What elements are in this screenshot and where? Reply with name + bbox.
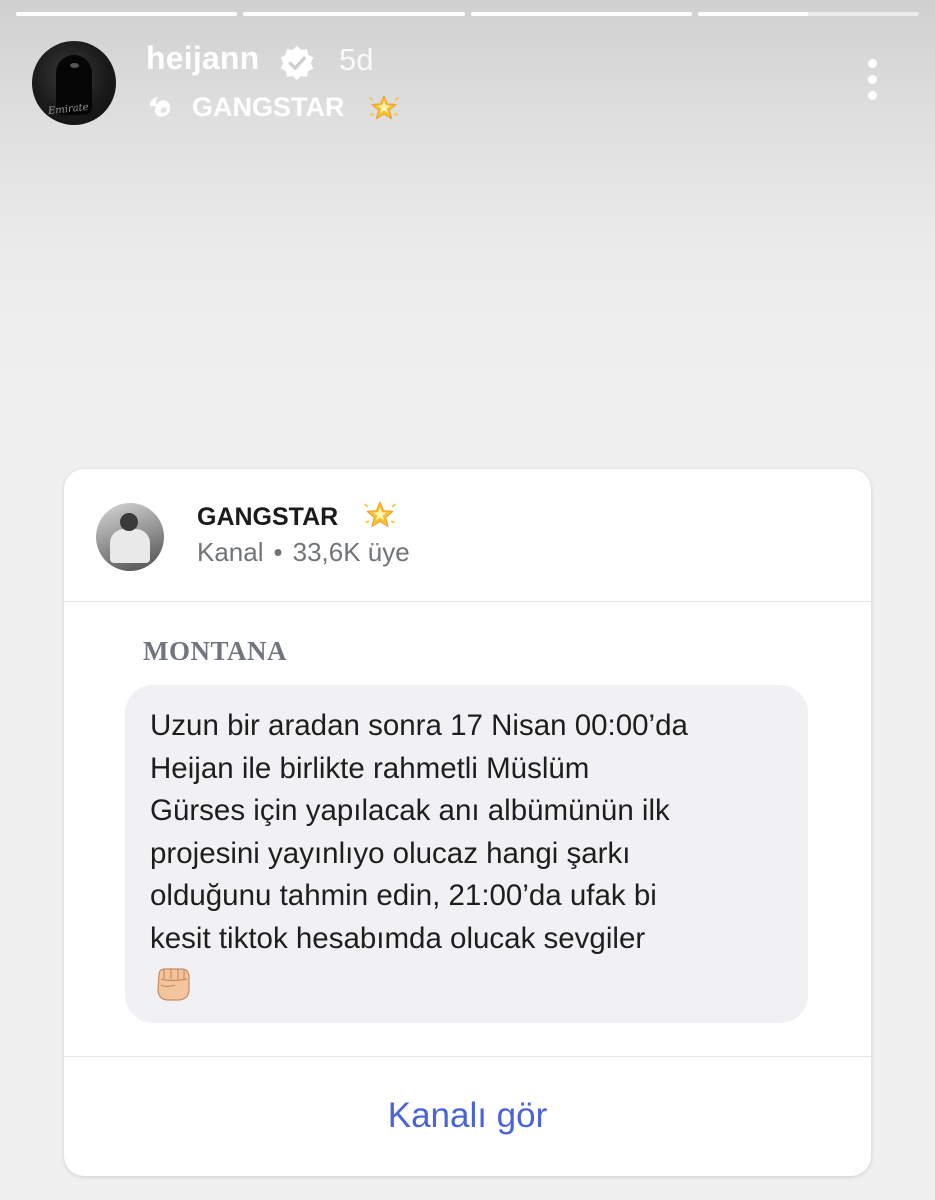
story-segment bbox=[470, 12, 692, 16]
channel-subtitle: Kanal • 33,6K üye bbox=[197, 537, 410, 568]
story-segment-fill bbox=[470, 12, 692, 16]
story-segment-fill bbox=[697, 12, 809, 16]
member-count: 33,6K üye bbox=[292, 537, 410, 567]
avatar-figure-body bbox=[110, 529, 150, 563]
story-time: 5d bbox=[339, 42, 374, 77]
fist-emoji-icon bbox=[157, 968, 190, 1001]
story-segment-fill bbox=[16, 12, 238, 16]
story-progress-bar bbox=[16, 12, 919, 17]
message-sender: MONTANA bbox=[143, 636, 287, 666]
more-vertical-icon bbox=[868, 75, 877, 84]
story-segment-fill bbox=[243, 12, 465, 16]
separator-dot: • bbox=[273, 537, 283, 567]
story-segment bbox=[16, 12, 238, 16]
divider bbox=[64, 601, 871, 602]
avatar-figure-head bbox=[120, 513, 138, 531]
story-channel-name[interactable]: GANGSTAR bbox=[192, 92, 345, 123]
more-options-button[interactable] bbox=[858, 56, 888, 106]
avatar-detail bbox=[70, 63, 79, 68]
channel-avatar bbox=[96, 503, 164, 571]
more-vertical-icon bbox=[868, 59, 877, 68]
message-text: Uzun bir aradan sonra 17 Nisan 00:00’da … bbox=[150, 709, 688, 955]
channel-title: GANGSTAR bbox=[197, 503, 339, 531]
username[interactable]: heijann bbox=[146, 40, 259, 77]
channel-type: Kanal bbox=[197, 537, 264, 567]
story-segment bbox=[697, 12, 919, 16]
channel-share-icon bbox=[150, 97, 171, 117]
star-emoji-icon bbox=[369, 95, 399, 120]
channel-message-card: GANGSTAR Kanal • 33,6K üye MONTANA Uzun bi… bbox=[64, 469, 871, 1176]
story-segment bbox=[243, 12, 465, 16]
view-channel-button[interactable]: Kanalı gör bbox=[64, 1057, 871, 1175]
message-bubble: Uzun bir aradan sonra 17 Nisan 00:00’da … bbox=[125, 685, 808, 1023]
star-emoji-icon bbox=[364, 501, 396, 527]
profile-avatar[interactable]: Emirate bbox=[32, 41, 116, 125]
more-vertical-icon bbox=[868, 91, 877, 100]
verified-badge-icon bbox=[280, 45, 314, 81]
